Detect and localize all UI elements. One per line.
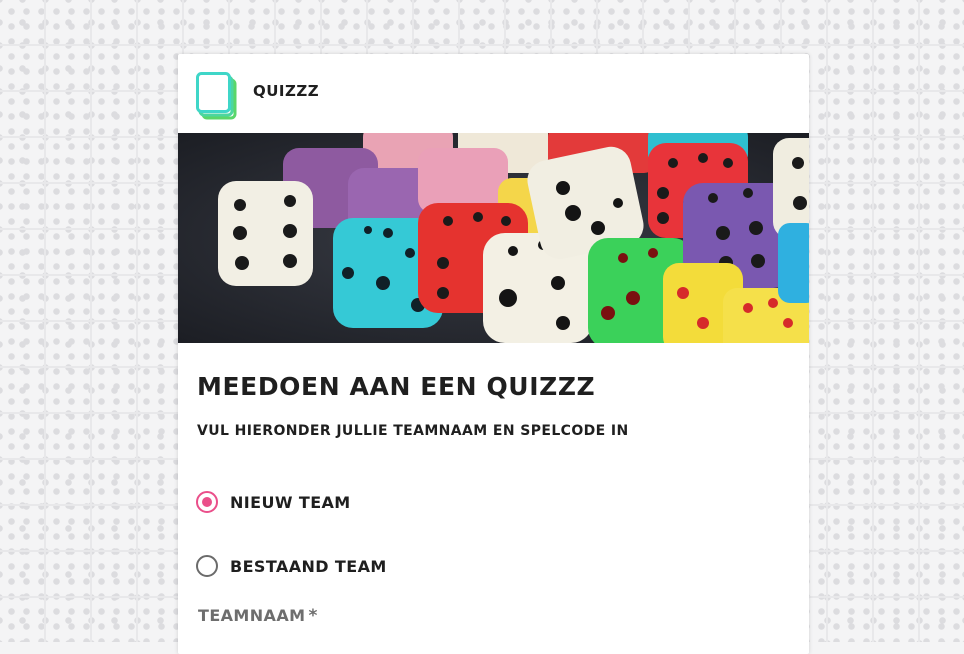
- card-header: QUIZZZ: [178, 54, 809, 133]
- page-title: MEEDOEN AAN EEN QUIZZZ: [197, 372, 596, 401]
- dice-banner-image: [178, 133, 809, 343]
- required-marker: *: [308, 606, 318, 626]
- radio-button-existing-team[interactable]: [196, 555, 218, 577]
- team-name-label: TEAMNAAM *: [198, 606, 318, 626]
- dice-illustration: [178, 133, 809, 343]
- team-name-label-text: TEAMNAAM: [198, 606, 306, 625]
- radio-option-new-team[interactable]: NIEUW TEAM: [196, 491, 351, 513]
- join-quiz-card: QUIZZZ MEEDOEN AAN EEN QUIZZZ VUL HIERON…: [178, 54, 809, 654]
- radio-label-new-team[interactable]: NIEUW TEAM: [230, 493, 351, 512]
- quizzz-logo-icon: [196, 72, 237, 120]
- radio-label-existing-team[interactable]: BESTAAND TEAM: [230, 557, 387, 576]
- page-subtitle: VUL HIERONDER JULLIE TEAMNAAM EN SPELCOD…: [197, 423, 629, 439]
- brand-name: QUIZZZ: [253, 82, 320, 100]
- radio-option-existing-team[interactable]: BESTAAND TEAM: [196, 555, 387, 577]
- radio-button-new-team[interactable]: [196, 491, 218, 513]
